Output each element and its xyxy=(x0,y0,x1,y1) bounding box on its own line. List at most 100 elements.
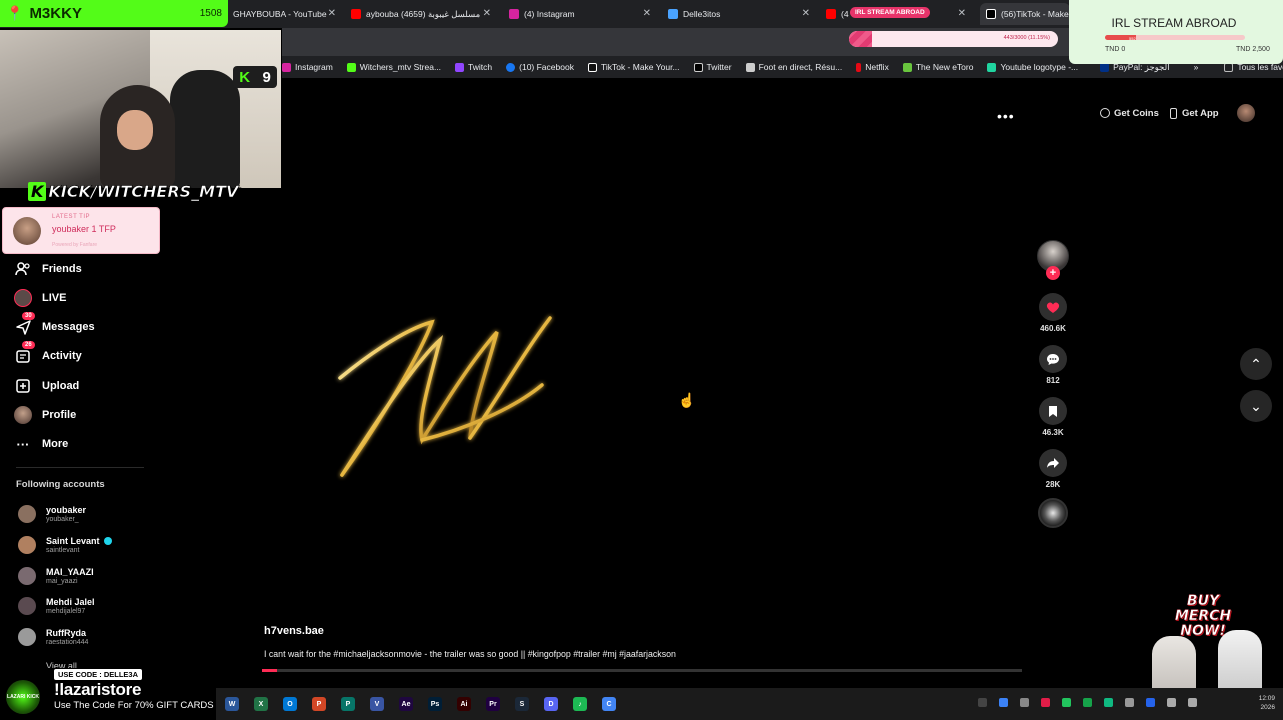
tray-app-icon[interactable] xyxy=(1041,698,1050,707)
close-tab-icon[interactable]: ✕ xyxy=(328,8,336,19)
tray-app-icon[interactable] xyxy=(1125,698,1134,707)
nav-label: Profile xyxy=(42,409,77,421)
following-account[interactable]: RuffRyda raestation444 xyxy=(18,624,88,650)
clock[interactable]: 12:09 2026 xyxy=(1259,694,1275,712)
powerpoint-icon[interactable]: P xyxy=(312,697,326,711)
tab-title: Delle3itos xyxy=(683,9,721,19)
photoshop-icon[interactable]: Ps xyxy=(428,697,442,711)
get-coins-button[interactable]: Get Coins xyxy=(1100,104,1159,122)
friends-icon xyxy=(14,260,32,278)
irl-goal-current: TND 0 xyxy=(1105,46,1126,53)
share-action[interactable]: 28K xyxy=(1037,449,1069,489)
nav-messages[interactable]: 30 Messages xyxy=(14,312,95,338)
bookmark-foot[interactable]: Foot en direct, Résu... xyxy=(745,62,842,72)
following-account[interactable]: youbaker youbaker_ xyxy=(18,501,86,527)
bookmark-etoro[interactable]: The New eToro xyxy=(902,62,973,72)
close-tab-icon[interactable]: ✕ xyxy=(643,8,651,19)
tab-instagram[interactable]: (4) Instagram ✕ xyxy=(503,3,655,25)
video-progress-bar[interactable] xyxy=(262,669,1022,672)
account-handle: mai_yaazi xyxy=(46,578,78,585)
after-effects-icon[interactable]: Ae xyxy=(399,697,413,711)
activity-icon: 26 xyxy=(14,341,35,365)
close-tab-icon[interactable]: ✕ xyxy=(483,8,491,19)
bookmark-twitter[interactable]: Twitter xyxy=(693,62,732,72)
like-action[interactable]: 460.6K xyxy=(1037,293,1069,333)
tray-app-icon[interactable] xyxy=(1020,698,1029,707)
bookmark-label: Twitch xyxy=(468,62,493,72)
latest-tip-widget: LATEST TIP youbaker 1 TFP Powered by Fan… xyxy=(2,207,160,254)
chevron-up-icon[interactable] xyxy=(978,698,987,707)
publisher-icon[interactable]: P xyxy=(341,697,355,711)
bluetooth-icon[interactable] xyxy=(1146,698,1155,707)
close-tab-icon[interactable]: ✕ xyxy=(802,8,810,19)
upload-icon xyxy=(14,377,32,395)
avatar xyxy=(18,628,36,646)
close-tab-icon[interactable]: ✕ xyxy=(958,8,966,19)
avatar xyxy=(18,567,36,585)
spotify-icon[interactable]: ♪ xyxy=(573,697,587,711)
following-account[interactable]: MAI_YAAZI mai_yaazi xyxy=(18,563,94,589)
save-action[interactable]: 46.3K xyxy=(1037,397,1069,437)
comment-icon[interactable] xyxy=(1039,345,1067,373)
video-author[interactable]: h7vens.bae xyxy=(264,625,324,637)
store-command: !lazaristore xyxy=(54,680,142,699)
nav-upload[interactable]: Upload xyxy=(14,375,79,397)
webcam-feed: K 9 xyxy=(0,30,281,188)
nav-profile[interactable]: Profile xyxy=(14,404,76,426)
nav-more[interactable]: ··· More xyxy=(14,433,69,455)
share-icon[interactable] xyxy=(1039,449,1067,477)
following-account[interactable]: Mehdi Jalel mehdijalel97 xyxy=(18,593,95,619)
tray-app-icon[interactable] xyxy=(1083,698,1092,707)
tab-tiktok-active[interactable]: (56)TikTok - Make Y xyxy=(980,3,1070,25)
more-options-icon[interactable]: ••• xyxy=(997,108,1015,124)
bookmark-netflix[interactable]: Netflix xyxy=(856,62,889,72)
illustrator-icon[interactable]: Ai xyxy=(457,697,471,711)
twitch-icon xyxy=(455,62,465,72)
get-app-button[interactable]: Get App xyxy=(1170,104,1219,122)
comment-action[interactable]: 812 xyxy=(1037,345,1069,385)
bookmark-icon[interactable] xyxy=(1039,397,1067,425)
visio-icon[interactable]: V xyxy=(370,697,384,711)
live-icon xyxy=(14,289,32,307)
discord-icon[interactable]: D xyxy=(544,697,558,711)
bookmark-twitch[interactable]: Twitch xyxy=(455,62,492,72)
pin-icon: 📍 xyxy=(6,5,24,21)
bookmark-kick[interactable]: Witchers_mtv Strea... xyxy=(346,62,441,72)
tray-app-icon[interactable] xyxy=(1062,698,1071,707)
next-video-button[interactable]: ⌄ xyxy=(1240,390,1272,422)
nav-friends[interactable]: Friends xyxy=(14,258,82,280)
kick-count: 9 xyxy=(262,68,271,86)
excel-icon[interactable]: X xyxy=(254,697,268,711)
music-disc-icon[interactable] xyxy=(1038,498,1068,528)
get-app-label: Get App xyxy=(1182,107,1219,119)
tray-app-icon[interactable] xyxy=(999,698,1008,707)
bookmark-youtube-logo[interactable]: Youtube logotype -... xyxy=(987,62,1078,72)
bookmark-facebook[interactable]: (10) Facebook xyxy=(506,62,574,72)
volume-icon[interactable] xyxy=(1188,698,1197,707)
account-name: MAI_YAAZI xyxy=(46,567,94,577)
word-icon[interactable]: W xyxy=(225,697,239,711)
bookmark-tiktok[interactable]: TikTok - Make Your... xyxy=(587,62,680,72)
tray-app-icon[interactable] xyxy=(1104,698,1113,707)
following-account[interactable]: Saint Levant saintlevant xyxy=(18,532,112,558)
follow-plus-button[interactable]: + xyxy=(1046,266,1060,280)
nav-activity[interactable]: 26 Activity xyxy=(14,341,82,367)
nav-label: Friends xyxy=(42,263,82,275)
steam-icon[interactable]: S xyxy=(515,697,529,711)
outlook-icon[interactable]: O xyxy=(283,697,297,711)
youtube-icon xyxy=(826,9,836,19)
heart-icon[interactable] xyxy=(1039,293,1067,321)
taskbar-apps: W X O P P V Ae Ps Ai Pr S D ♪ C xyxy=(210,697,616,711)
tab-youtube[interactable]: GHAYBOUBA - YouTube ✕ xyxy=(212,3,340,25)
user-avatar[interactable] xyxy=(1237,104,1255,122)
nav-live[interactable]: LIVE xyxy=(14,287,66,309)
bookmark-instagram[interactable]: Instagram xyxy=(282,62,333,72)
viewer-count: 1508 xyxy=(199,8,222,19)
phone-icon xyxy=(1170,107,1177,119)
tab-youtube-2[interactable]: aybouba مسلسل غيبوبة (4659) ✕ xyxy=(345,3,495,25)
premiere-icon[interactable]: Pr xyxy=(486,697,500,711)
chrome-icon[interactable]: C xyxy=(602,697,616,711)
tab-delle3itos[interactable]: Delle3itos ✕ xyxy=(662,3,814,25)
network-icon[interactable] xyxy=(1167,698,1176,707)
previous-video-button[interactable]: ⌃ xyxy=(1240,348,1272,380)
